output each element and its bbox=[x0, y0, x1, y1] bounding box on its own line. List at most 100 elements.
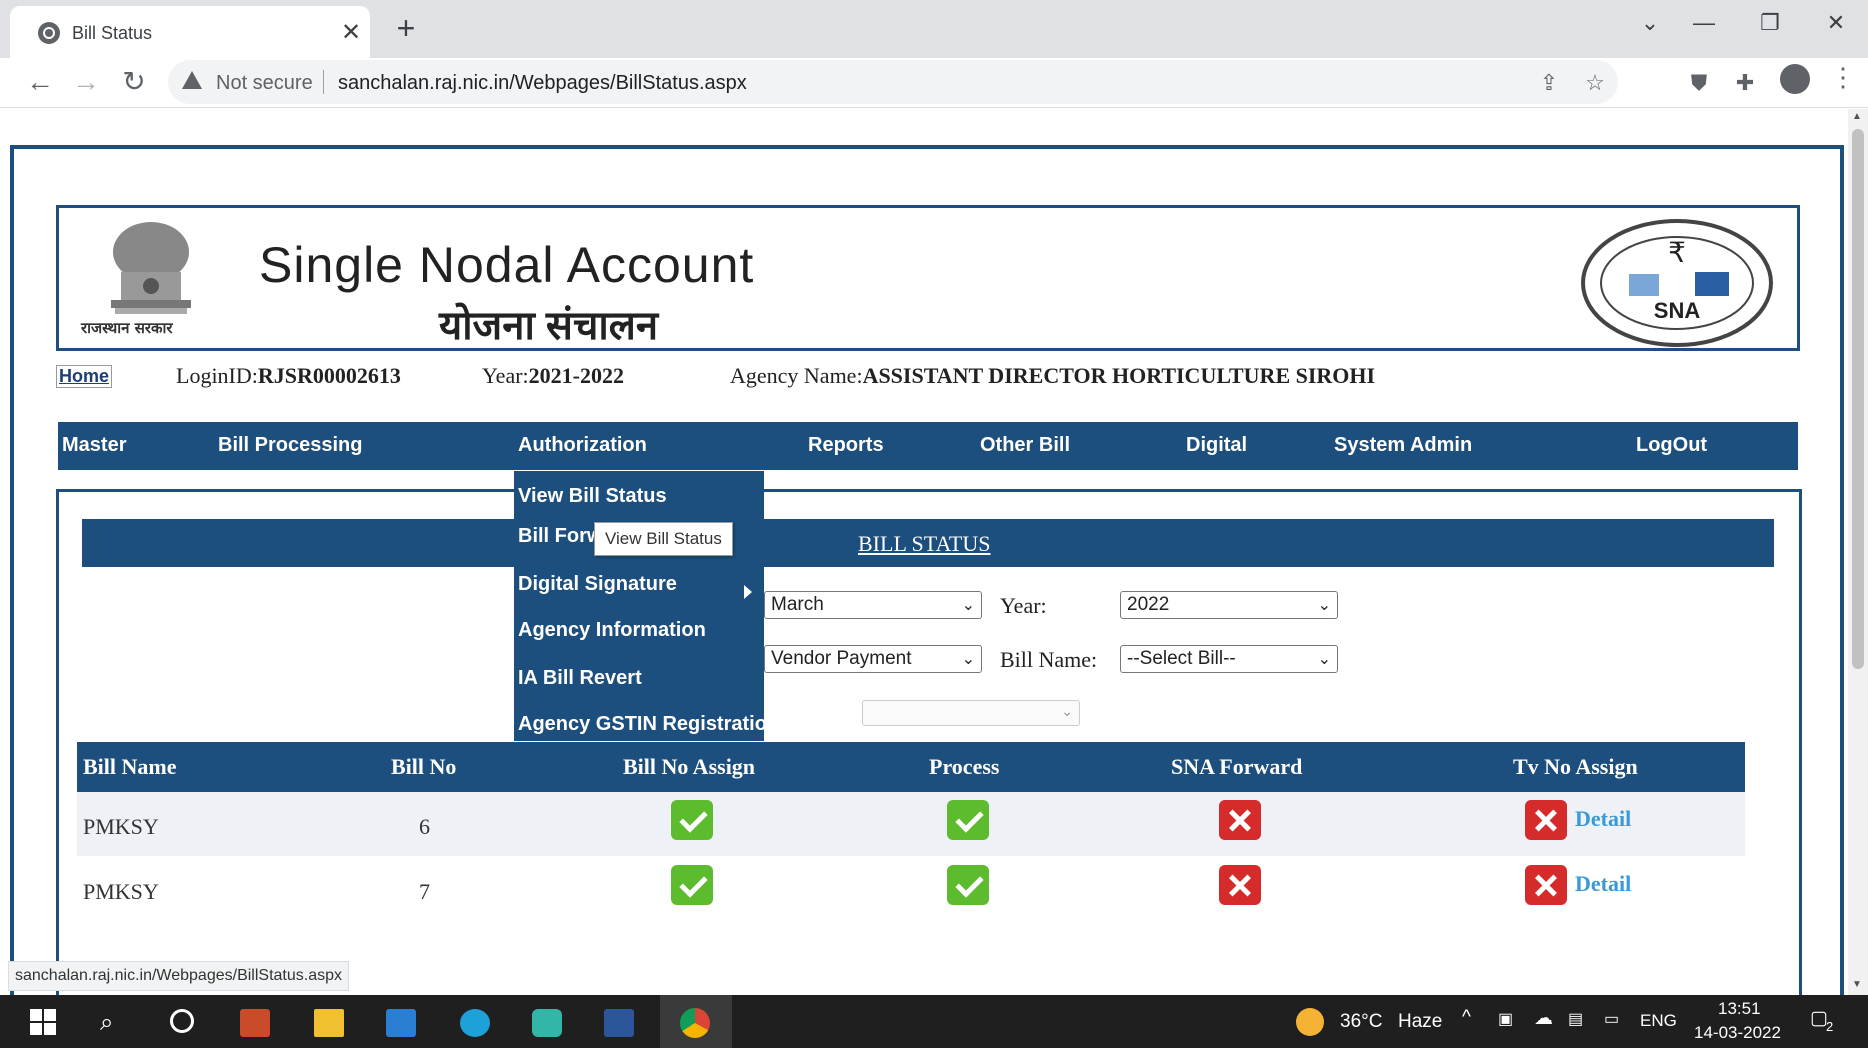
temperature[interactable]: 36°C bbox=[1340, 1011, 1382, 1033]
search-icon[interactable]: ⌕ bbox=[100, 1009, 113, 1037]
nav-bill-processing[interactable]: Bill Processing bbox=[218, 434, 363, 457]
nav-master[interactable]: Master bbox=[62, 434, 126, 457]
browser-menu-icon[interactable]: ⋮ bbox=[1830, 62, 1856, 93]
edge-browser-icon[interactable] bbox=[460, 1009, 490, 1037]
clock-time[interactable]: 13:51 bbox=[1718, 999, 1761, 1019]
cortana-icon[interactable] bbox=[170, 1009, 194, 1033]
nav-digital[interactable]: Digital bbox=[1186, 434, 1247, 457]
scroll-thumb[interactable] bbox=[1852, 129, 1864, 669]
nav-other-bill[interactable]: Other Bill bbox=[980, 434, 1070, 457]
bill-status-header: BILL STATUS bbox=[82, 519, 1774, 567]
weather-text[interactable]: Haze bbox=[1398, 1011, 1442, 1033]
globe-icon bbox=[38, 22, 60, 44]
app-icon[interactable] bbox=[532, 1009, 562, 1037]
nav-reports[interactable]: Reports bbox=[808, 434, 884, 457]
bill-status-title[interactable]: BILL STATUS bbox=[858, 531, 990, 557]
site-subtitle: योजना संचालन bbox=[439, 304, 659, 348]
cross-icon bbox=[1219, 865, 1261, 905]
agency-info: Agency Name:ASSISTANT DIRECTOR HORTICULT… bbox=[730, 363, 1375, 389]
word-icon[interactable] bbox=[604, 1009, 634, 1037]
display-icon[interactable]: ▭ bbox=[1604, 1009, 1619, 1029]
menu-item-agency-information[interactable]: Agency Information bbox=[518, 619, 706, 642]
col-bill-name: Bill Name bbox=[83, 754, 177, 779]
minimize-button[interactable]: — bbox=[1684, 10, 1724, 36]
network-icon[interactable]: ▤ bbox=[1568, 1009, 1583, 1029]
bill-name-label: Bill Name: bbox=[1000, 647, 1098, 672]
info-bar: Home LoginID:RJSR00002613 Year:2021-2022… bbox=[56, 359, 1806, 391]
cross-icon bbox=[1219, 800, 1261, 840]
divider bbox=[323, 70, 324, 94]
menu-item-ia-bill-revert[interactable]: IA Bill Revert bbox=[518, 667, 642, 690]
year-value: 2022 bbox=[1127, 594, 1170, 615]
tab-title: Bill Status bbox=[72, 23, 153, 43]
menu-item-digital-signature[interactable]: Digital Signature bbox=[518, 573, 677, 596]
payment-type-select[interactable]: Vendor Payment ⌄ bbox=[764, 645, 982, 673]
windows-start-icon[interactable] bbox=[30, 1009, 60, 1037]
check-icon bbox=[947, 865, 989, 905]
bill-name-select[interactable]: --Select Bill-- ⌄ bbox=[1120, 645, 1338, 673]
extensions-puzzle-icon[interactable]: ✚ bbox=[1730, 70, 1760, 96]
back-icon[interactable]: ← bbox=[22, 66, 58, 98]
cell-bill-name: PMKSY bbox=[83, 814, 159, 839]
chevron-down-icon: ⌄ bbox=[961, 651, 975, 668]
weather-icon[interactable] bbox=[1296, 1008, 1324, 1036]
table-row: PMKSY 6 Detail bbox=[77, 792, 1745, 856]
browser-tab[interactable]: Bill Status ✕ bbox=[10, 6, 370, 58]
clock-date[interactable]: 14-03-2022 bbox=[1694, 1023, 1781, 1043]
browser-tabstrip: Bill Status ✕ + ⌄ — ❐ ✕ bbox=[0, 0, 1868, 58]
bill-name-value: --Select Bill-- bbox=[1127, 648, 1236, 669]
file-explorer-icon[interactable] bbox=[314, 1009, 344, 1037]
home-link[interactable]: Home bbox=[56, 365, 113, 388]
tab-search-icon[interactable]: ⌄ bbox=[1630, 10, 1670, 36]
restore-button[interactable]: ❐ bbox=[1750, 10, 1790, 36]
page-viewport: राजस्थान सरकार Single Nodal Account योजन… bbox=[0, 109, 1848, 995]
year-select[interactable]: 2022 ⌄ bbox=[1120, 591, 1338, 619]
nav-system-admin[interactable]: System Admin bbox=[1334, 434, 1472, 457]
chrome-icon bbox=[680, 1008, 710, 1038]
onedrive-cloud-icon[interactable]: ☁ bbox=[1534, 1007, 1553, 1030]
col-bill-no: Bill No bbox=[391, 754, 457, 779]
scroll-down-icon[interactable]: ▼ bbox=[1852, 979, 1862, 990]
login-label: LoginID: bbox=[176, 363, 258, 388]
mail-icon[interactable] bbox=[386, 1009, 416, 1037]
bookmark-star-icon[interactable]: ☆ bbox=[1580, 70, 1610, 96]
shield-extension-icon[interactable]: ⛊ bbox=[1684, 70, 1714, 96]
chrome-taskbar-button[interactable] bbox=[660, 995, 732, 1048]
menu-item-bill-forward[interactable]: Bill Forw bbox=[518, 525, 602, 548]
nav-authorization[interactable]: Authorization bbox=[518, 434, 647, 457]
cross-icon bbox=[1525, 865, 1567, 905]
language-indicator[interactable]: ENG bbox=[1640, 1011, 1677, 1031]
cross-icon bbox=[1525, 800, 1567, 840]
nav-logout[interactable]: LogOut bbox=[1636, 434, 1707, 457]
forward-icon[interactable]: → bbox=[68, 66, 104, 98]
menu-item-agency-gstin[interactable]: Agency GSTIN Registration bbox=[518, 713, 779, 736]
profile-avatar-icon[interactable] bbox=[1780, 64, 1810, 94]
agency-value: ASSISTANT DIRECTOR HORTICULTURE SIROHI bbox=[862, 363, 1376, 388]
share-icon[interactable]: ⇪ bbox=[1534, 70, 1564, 96]
year-info: Year:2021-2022 bbox=[482, 363, 624, 389]
check-icon bbox=[947, 800, 989, 840]
url-text[interactable]: sanchalan.raj.nic.in/Webpages/BillStatus… bbox=[338, 72, 747, 95]
menu-item-view-bill-status[interactable]: View Bill Status bbox=[518, 485, 667, 508]
check-icon bbox=[671, 865, 713, 905]
security-label[interactable]: Not secure bbox=[216, 72, 313, 95]
detail-link[interactable]: Detail bbox=[1575, 806, 1631, 832]
tray-device-icon[interactable]: ▣ bbox=[1498, 1009, 1513, 1029]
detail-link[interactable]: Detail bbox=[1575, 871, 1631, 897]
page-scrollbar[interactable]: ▲ ▼ bbox=[1848, 109, 1868, 995]
scroll-up-icon[interactable]: ▲ bbox=[1852, 111, 1862, 122]
new-tab-button[interactable]: + bbox=[386, 10, 426, 47]
office-app-icon[interactable] bbox=[240, 1009, 270, 1037]
month-select[interactable]: March ⌄ bbox=[764, 591, 982, 619]
close-window-button[interactable]: ✕ bbox=[1816, 10, 1856, 36]
address-bar[interactable]: Not secure sanchalan.raj.nic.in/Webpages… bbox=[168, 60, 1618, 104]
authorization-dropdown: View Bill Status Bill Forw Digital Signa… bbox=[514, 471, 779, 741]
chevron-down-icon: ⌄ bbox=[961, 597, 975, 614]
tray-chevron-icon[interactable]: ^ bbox=[1462, 1007, 1471, 1029]
cell-bill-no: 7 bbox=[419, 879, 430, 904]
close-tab-icon[interactable]: ✕ bbox=[336, 18, 366, 47]
reload-icon[interactable]: ↻ bbox=[116, 66, 152, 98]
submenu-arrow-icon bbox=[744, 585, 752, 599]
cell-bill-name: PMKSY bbox=[83, 879, 159, 904]
site-header: राजस्थान सरकार Single Nodal Account योजन… bbox=[56, 205, 1800, 351]
